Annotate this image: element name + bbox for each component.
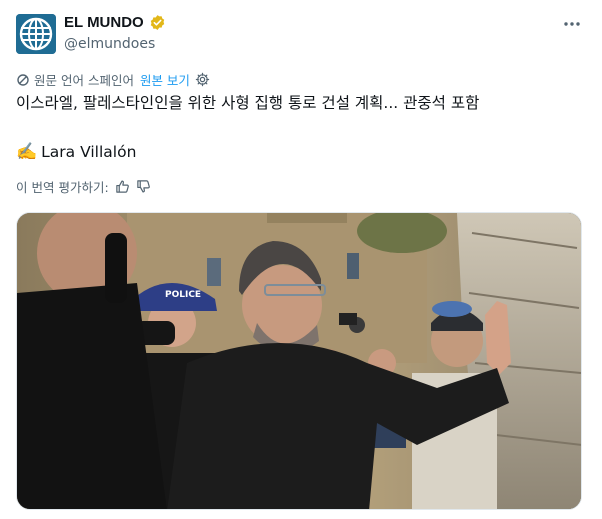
tweet-text: 이스라엘, 팔레스타인인을 위한 사형 집행 통로 건설 계획... 관중석 포… bbox=[16, 94, 480, 112]
more-options-icon[interactable] bbox=[562, 14, 582, 34]
author-line: ✍️ Lara Villalón bbox=[16, 142, 136, 162]
thumbs-down-icon[interactable] bbox=[136, 179, 151, 194]
tweet-photo[interactable]: POLICE bbox=[16, 212, 582, 510]
verified-badge-icon bbox=[150, 15, 164, 30]
tweet-header: EL MUNDO @elmundoes bbox=[16, 12, 588, 56]
account-name[interactable]: EL MUNDO bbox=[64, 14, 144, 31]
show-original-link[interactable]: 원본 보기 bbox=[140, 70, 190, 89]
writing-hand-icon: ✍️ bbox=[16, 142, 38, 162]
name-row: EL MUNDO bbox=[64, 14, 166, 31]
news-photo: POLICE bbox=[17, 213, 581, 509]
translate-icon bbox=[17, 73, 29, 86]
police-cap-text: POLICE bbox=[165, 290, 201, 300]
thumbs-up-icon[interactable] bbox=[115, 179, 130, 194]
account-handle[interactable]: @elmundoes bbox=[64, 36, 155, 52]
rate-translation-label: 이 번역 평가하기: bbox=[16, 180, 109, 195]
globe-logo-icon bbox=[16, 14, 56, 54]
gear-icon[interactable] bbox=[195, 72, 210, 87]
account-avatar[interactable] bbox=[16, 14, 56, 54]
rate-translation-row: 이 번역 평가하기: bbox=[16, 177, 151, 196]
author-name: Lara Villalón bbox=[41, 143, 137, 161]
translation-label: 원문 언어 스페인어 bbox=[34, 73, 134, 88]
translation-bar: 원문 언어 스페인어 원본 보기 bbox=[16, 70, 210, 89]
